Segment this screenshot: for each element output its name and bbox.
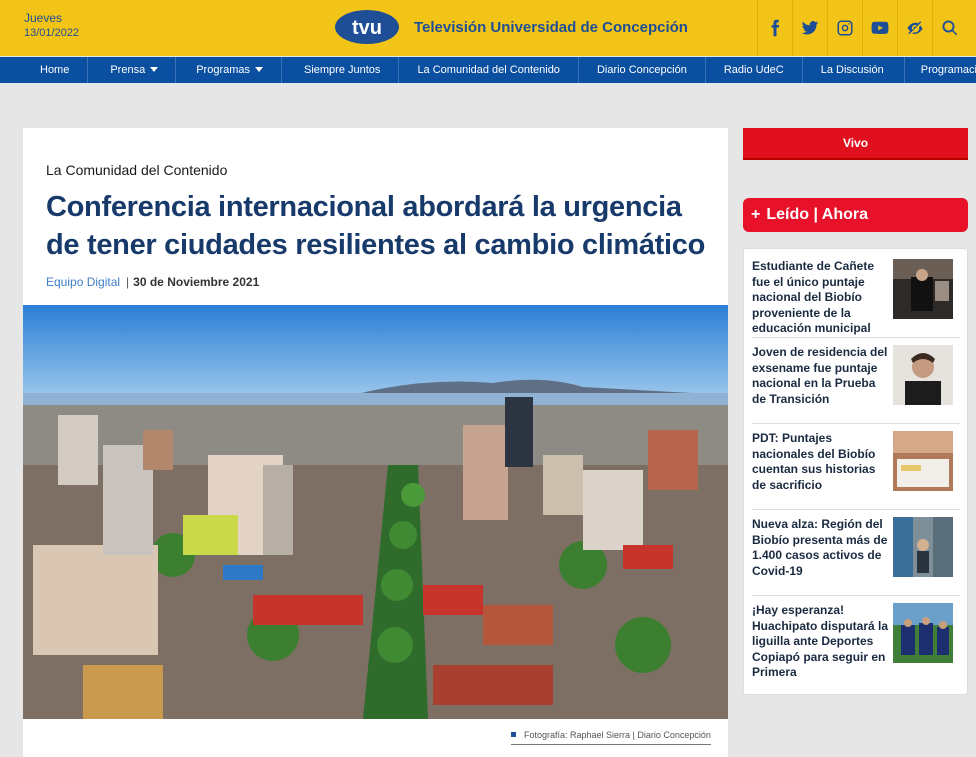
news-title[interactable]: PDT: Puntajes nacionales del Biobío cuen… xyxy=(752,431,892,493)
nav-item-programacion[interactable]: Programación xyxy=(905,57,976,83)
article-headline: Conferencia internacional abordará la ur… xyxy=(46,191,706,261)
main-nav: Home Prensa Programas Siempre Juntos La … xyxy=(0,57,976,83)
news-title[interactable]: Estudiante de Cañete fue el único puntaj… xyxy=(752,259,892,337)
youtube-icon[interactable] xyxy=(862,0,897,56)
most-read-header: + Leído | Ahora xyxy=(743,198,968,232)
nav-item-label: La Discusión xyxy=(820,64,884,76)
nav-item-home[interactable]: Home xyxy=(0,57,89,83)
weekday: Jueves xyxy=(24,11,63,25)
instagram-icon[interactable] xyxy=(827,0,862,56)
article-card: La Comunidad del Contenido Conferencia i… xyxy=(23,128,728,757)
list-item[interactable]: Estudiante de Cañete fue el único puntaj… xyxy=(752,253,960,338)
nav-item-label: Siempre Juntos xyxy=(304,64,381,76)
article-date: 30 de Noviembre 2021 xyxy=(133,275,260,289)
news-title[interactable]: ¡Hay esperanza! Huachipato disputará la … xyxy=(752,603,892,681)
nav-item-diario-concepcion[interactable]: Diario Concepción xyxy=(579,57,706,83)
news-title[interactable]: Nueva alza: Región del Biobío presenta m… xyxy=(752,517,892,579)
list-item[interactable]: PDT: Puntajes nacionales del Biobío cuen… xyxy=(752,425,960,510)
site-brand[interactable]: Televisión Universidad de Concepción xyxy=(414,19,688,36)
facebook-icon[interactable] xyxy=(757,0,792,56)
news-thumbnail[interactable] xyxy=(893,431,953,491)
news-thumbnail[interactable] xyxy=(893,603,953,663)
caption-text: Fotografía: Raphael Sierra | Diario Conc… xyxy=(524,730,711,740)
logo-text: tvu xyxy=(352,17,382,39)
nav-item-radio-udec[interactable]: Radio UdeC xyxy=(706,57,803,83)
meta-separator: | xyxy=(126,275,130,289)
nav-item-label: Home xyxy=(40,64,70,76)
caption-marker xyxy=(511,732,516,737)
most-read-list: Estudiante de Cañete fue el único puntaj… xyxy=(743,248,968,695)
article-author[interactable]: Equipo Digital xyxy=(46,275,120,289)
news-thumbnail[interactable] xyxy=(893,345,953,405)
nav-item-label: Prensa xyxy=(110,64,146,76)
nav-item-la-discusion[interactable]: La Discusión xyxy=(803,57,905,83)
tvu-logo[interactable]: tvu xyxy=(334,9,400,45)
search-icon[interactable] xyxy=(932,0,967,56)
plus-icon: + xyxy=(751,206,761,223)
nav-item-la-comunidad-del-contenido[interactable]: La Comunidad del Contenido xyxy=(399,57,579,83)
top-header: Jueves 13/01/2022 tvu Televisión Univers… xyxy=(0,0,976,56)
accessibility-icon[interactable] xyxy=(897,0,932,56)
nav-item-label: Radio UdeC xyxy=(723,64,784,76)
hero-image xyxy=(23,305,728,719)
nav-item-label: Diario Concepción xyxy=(596,64,687,76)
most-read-title: Leído | Ahora xyxy=(766,206,869,223)
current-date: Jueves 13/01/2022 xyxy=(24,11,79,41)
live-button[interactable]: Vivo xyxy=(743,128,968,160)
nav-item-prensa[interactable]: Prensa xyxy=(88,57,177,83)
chevron-down-icon xyxy=(150,67,159,72)
list-item[interactable]: Nueva alza: Región del Biobío presenta m… xyxy=(752,511,960,596)
date-value: 13/01/2022 xyxy=(24,27,80,39)
nav-item-label: Programas xyxy=(196,64,250,76)
list-item[interactable]: Joven de residencia del exsename fue pun… xyxy=(752,339,960,424)
nav-item-programas[interactable]: Programas xyxy=(176,57,282,83)
news-title[interactable]: Joven de residencia del exsename fue pun… xyxy=(752,345,892,407)
twitter-icon[interactable] xyxy=(792,0,827,56)
social-links xyxy=(757,0,967,56)
list-item[interactable]: ¡Hay esperanza! Huachipato disputará la … xyxy=(752,597,960,682)
news-thumbnail[interactable] xyxy=(893,517,953,577)
article-category[interactable]: La Comunidad del Contenido xyxy=(46,162,227,178)
nav-item-label: Programación xyxy=(920,64,976,76)
article-meta: Equipo Digital | 30 de Noviembre 2021 xyxy=(46,275,259,289)
image-caption: Fotografía: Raphael Sierra | Diario Conc… xyxy=(511,730,711,745)
chevron-down-icon xyxy=(255,67,263,72)
news-thumbnail[interactable] xyxy=(893,259,953,319)
nav-item-siempre-juntos[interactable]: Siempre Juntos xyxy=(282,57,400,83)
nav-item-label: La Comunidad del Contenido xyxy=(417,64,560,76)
